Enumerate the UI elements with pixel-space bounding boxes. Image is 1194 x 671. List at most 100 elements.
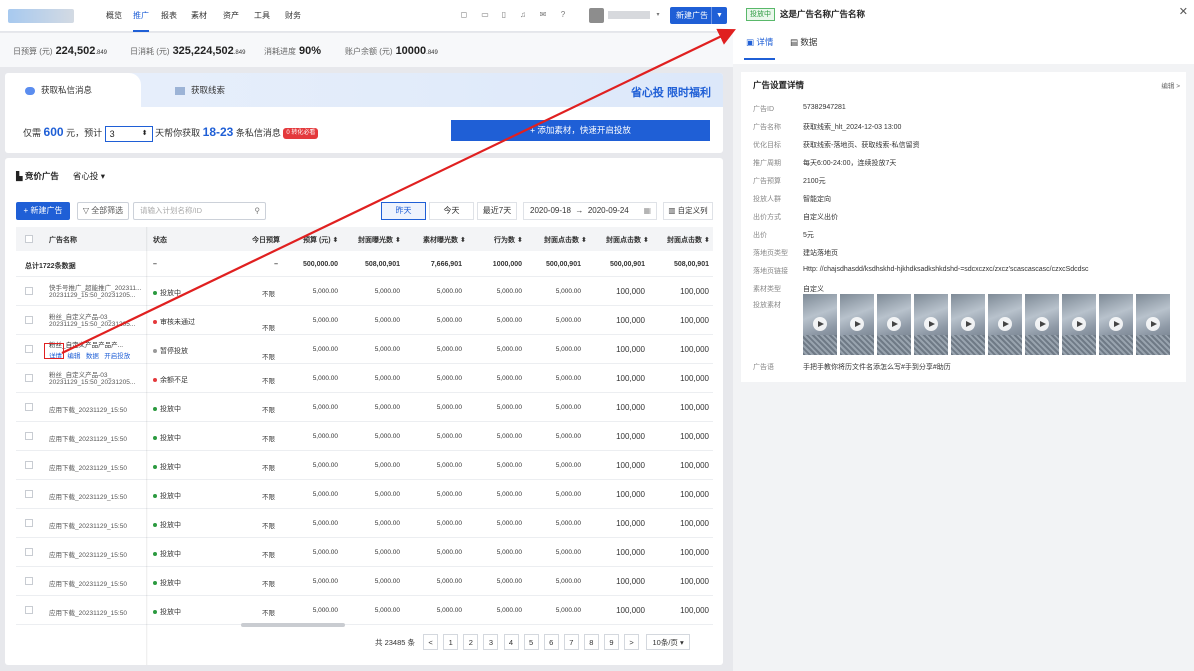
play-icon[interactable]	[1035, 317, 1049, 331]
material-thumbnail[interactable]	[803, 294, 837, 355]
ad-name[interactable]: 快手号推广_超能推广_202311...	[49, 282, 141, 292]
material-thumbnail[interactable]	[1136, 294, 1170, 355]
th-budget[interactable]: 预算 (元) ⬍	[303, 235, 338, 245]
th-cover-clicks[interactable]: 封面点击数 ⬍	[606, 235, 649, 245]
date-yesterday[interactable]: 昨天	[381, 202, 426, 220]
ad-name[interactable]: 应用下载_20231129_15:50	[49, 549, 127, 559]
ad-name[interactable]: 粉丝_自定义产品-03_	[49, 311, 111, 321]
play-icon[interactable]	[998, 317, 1012, 331]
bell-icon[interactable]: ♫	[518, 10, 528, 20]
play-icon[interactable]	[850, 317, 864, 331]
horizontal-scrollbar[interactable]	[241, 623, 345, 627]
row-checkbox[interactable]	[25, 461, 33, 469]
play-icon[interactable]	[887, 317, 901, 331]
ad-name[interactable]: 应用下载_20231129_15:50	[49, 462, 127, 472]
days-select[interactable]: 3 ⬍	[104, 125, 153, 142]
play-icon[interactable]	[1109, 317, 1123, 331]
phone-icon[interactable]: ▯	[499, 10, 509, 20]
table-row[interactable]: 应用下载_20231129_15:50 投放中 不限 5,000.00 5,000.00…	[16, 422, 713, 451]
new-ad-button[interactable]: 新建广告 ▼	[670, 7, 727, 24]
custom-columns-button[interactable]: ▥ 自定义列	[663, 202, 713, 220]
page-1[interactable]: 1	[443, 634, 459, 650]
table-row[interactable]: 应用下载_20231129_15:50 投放中 不限 5,000.00 5,000.00…	[16, 567, 713, 596]
page-3[interactable]: 3	[483, 634, 499, 650]
material-thumbnail[interactable]	[877, 294, 911, 355]
date-range-picker[interactable]: 2020-09-18 → 2020-09-24 ▦	[523, 202, 657, 220]
nav-promotion[interactable]: 推广	[133, 10, 149, 32]
table-row[interactable]: 应用下载_20231129_15:50 投放中 不限 5,000.00 5,000.00…	[16, 393, 713, 422]
row-checkbox[interactable]	[25, 548, 33, 556]
avatar[interactable]	[589, 8, 604, 23]
material-thumbnail[interactable]	[914, 294, 948, 355]
th-actions[interactable]: 行为数 ⬍	[494, 235, 523, 245]
material-thumbnail[interactable]	[1099, 294, 1133, 355]
row-checkbox[interactable]	[25, 577, 33, 585]
promo-badge[interactable]: 0 转化必看	[283, 128, 319, 140]
add-material-button[interactable]: + 添加素材，快速开启投放	[451, 120, 710, 141]
ad-name[interactable]: 粉丝_自定义产品-03_	[49, 369, 111, 379]
page-5[interactable]: 5	[523, 634, 539, 650]
table-row[interactable]: 应用下载_20231129_15:50 投放中 不限 5,000.00 5,000.00…	[16, 538, 713, 567]
material-thumbnail[interactable]	[1025, 294, 1059, 355]
data-link[interactable]: 数据	[86, 353, 99, 360]
table-row[interactable]: 粉丝_自定义产品-03_ 20231129_15:50_20231205... 余额…	[16, 364, 713, 393]
row-checkbox[interactable]	[25, 490, 33, 498]
nav-assets[interactable]: 资产	[223, 10, 239, 21]
search-icon[interactable]: ⚲	[255, 203, 261, 219]
row-checkbox[interactable]	[25, 287, 33, 295]
date-today[interactable]: 今天	[429, 202, 474, 220]
account-name[interactable]	[608, 11, 650, 19]
help-icon[interactable]: ?	[558, 10, 568, 20]
play-icon[interactable]	[961, 317, 975, 331]
row-checkbox[interactable]	[25, 403, 33, 411]
table-row[interactable]: 应用下载_20231129_15:50 投放中 不限 5,000.00 5,000.00…	[16, 509, 713, 538]
table-row[interactable]: 应用下载_20231129_15:50 投放中 不限 5,000.00 5,000.00…	[16, 480, 713, 509]
page-8[interactable]: 8	[583, 634, 599, 650]
table-row[interactable]: 应用下载_20231129_15:50 投放中 不限 5,000.00 5,000.00…	[16, 596, 713, 625]
row-checkbox[interactable]	[25, 519, 33, 527]
filter-button[interactable]: ▽ 全部筛选	[77, 202, 129, 220]
row-checkbox[interactable]	[25, 432, 33, 440]
th-cover-exposure[interactable]: 封面曝光数 ⬍	[358, 235, 401, 245]
page-2[interactable]: 2	[463, 634, 479, 650]
stepper-icon[interactable]: ⬍	[142, 127, 148, 141]
row-checkbox[interactable]	[25, 374, 33, 382]
new-ad-button-list[interactable]: + 新建广告	[16, 202, 70, 220]
th-cover-clicks[interactable]: 封面点击数 ⬍	[667, 235, 710, 245]
next-page-button[interactable]: >	[624, 634, 640, 650]
th-material-exposure[interactable]: 素材曝光数 ⬍	[423, 235, 466, 245]
play-icon[interactable]	[924, 317, 938, 331]
start-link[interactable]: 开启投放	[104, 353, 130, 360]
nav-overview[interactable]: 概览	[106, 10, 122, 21]
row-checkbox[interactable]	[25, 316, 33, 324]
edit-link[interactable]: 编辑 >	[1161, 80, 1180, 90]
bag-icon[interactable]: ◻	[459, 10, 469, 20]
material-thumbnail[interactable]	[951, 294, 985, 355]
page-7[interactable]: 7	[563, 634, 579, 650]
folder-icon[interactable]: ▭	[480, 10, 490, 20]
section-sub[interactable]: 省心投 ▾	[73, 171, 105, 181]
tab-leads[interactable]: 获取线索	[155, 73, 225, 107]
row-checkbox[interactable]	[25, 606, 33, 614]
th-cover-clicks[interactable]: 封面点击数 ⬍	[544, 235, 587, 245]
material-thumbnail[interactable]	[988, 294, 1022, 355]
close-icon[interactable]: ✕	[1179, 5, 1188, 18]
tab-private-message[interactable]: 获取私信消息	[5, 73, 141, 107]
nav-tools[interactable]: 工具	[254, 10, 270, 21]
ad-name[interactable]: 应用下载_20231129_15:50	[49, 433, 127, 443]
edit-link[interactable]: 编辑	[67, 353, 80, 360]
search-input[interactable]: 请输入计划名称/ID ⚲	[133, 202, 266, 220]
message-icon[interactable]: ✉	[538, 10, 548, 20]
table-row[interactable]: 粉丝_自定义产品产品产... 详情 编辑 数据 开启投放 暂停投放 不限 5,000.0…	[16, 335, 713, 364]
table-row[interactable]: 快手号推广_超能推广_202311... 20231129_15:50_20231…	[16, 277, 713, 306]
tab-detail[interactable]: ▣ 详情	[743, 36, 776, 60]
row-checkbox[interactable]	[25, 345, 33, 353]
page-4[interactable]: 4	[503, 634, 519, 650]
date-7days[interactable]: 最近7天	[477, 202, 517, 220]
dropdown-caret-icon[interactable]: ▼	[711, 7, 727, 24]
table-row[interactable]: 应用下载_20231129_15:50 投放中 不限 5,000.00 5,000.00…	[16, 451, 713, 480]
play-icon[interactable]	[813, 317, 827, 331]
nav-finance[interactable]: 财务	[285, 10, 301, 21]
play-icon[interactable]	[1146, 317, 1160, 331]
ad-name[interactable]: 应用下载_20231129_15:50	[49, 578, 127, 588]
